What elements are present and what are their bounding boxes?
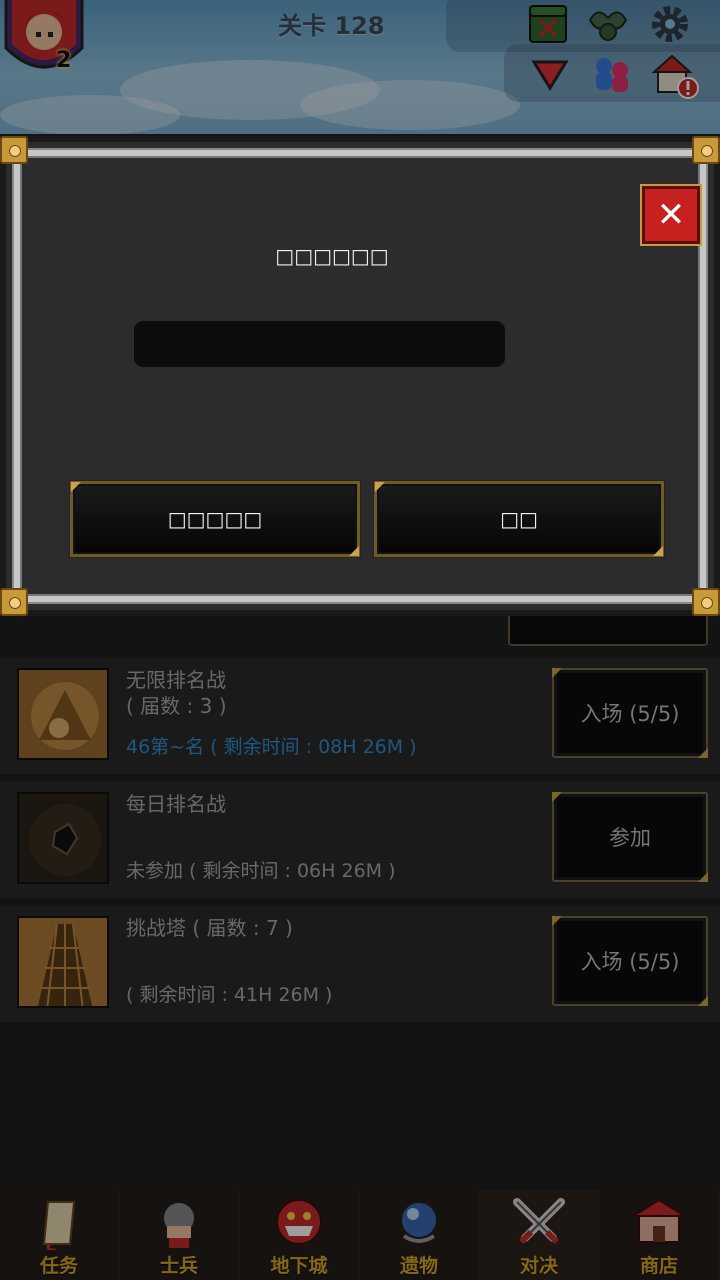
frame-bolt (0, 136, 28, 164)
dialog-right-button[interactable]: □□ (374, 481, 664, 557)
close-icon: ✕ (656, 195, 686, 235)
dialog-left-button-label: □□□□□ (167, 507, 263, 531)
dialog-title: □□□□□□ (275, 244, 389, 268)
corner-ornament (653, 546, 663, 556)
frame-bolt (692, 136, 720, 164)
dialog-text-input[interactable] (134, 321, 505, 367)
dialog-frame: □□□□□□ ✕ □□□□□ □□ (14, 150, 706, 602)
input-dialog: □□□□□□ ✕ □□□□□ □□ (0, 136, 720, 616)
dialog-left-button[interactable]: □□□□□ (70, 481, 360, 557)
corner-ornament (71, 482, 81, 492)
corner-ornament (375, 482, 385, 492)
dialog-right-button-label: □□ (500, 507, 538, 531)
frame-bolt (692, 588, 720, 616)
corner-ornament (349, 546, 359, 556)
frame-bolt (0, 588, 28, 616)
close-button[interactable]: ✕ (642, 186, 700, 244)
